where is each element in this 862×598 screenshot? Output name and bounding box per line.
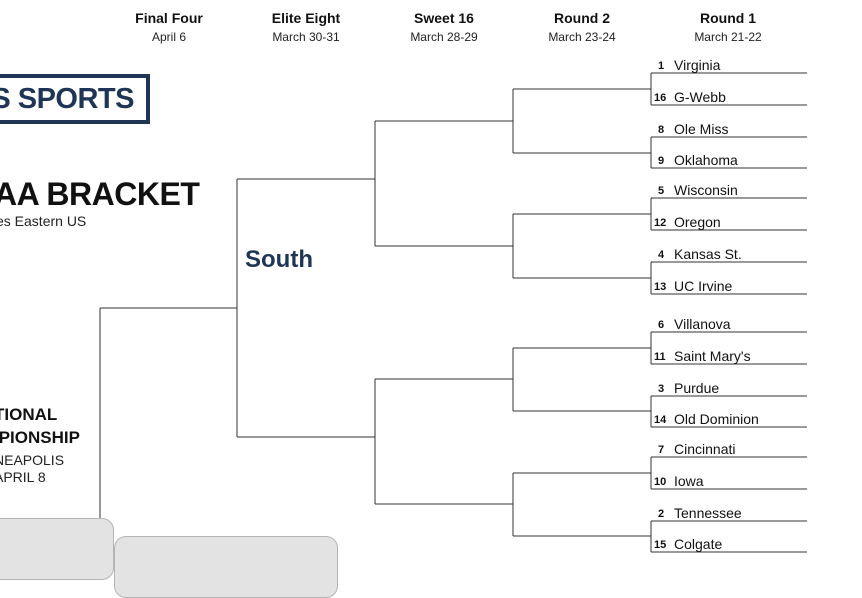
team-seed: 6 xyxy=(658,319,665,331)
team-name: Oklahoma xyxy=(674,152,738,168)
team-seed: 13 xyxy=(654,281,667,293)
team-name: Kansas St. xyxy=(674,246,742,262)
team-slot[interactable]: 2 Tennessee xyxy=(651,502,742,522)
team-slot[interactable]: 3 Purdue xyxy=(651,377,719,397)
team-name: Virginia xyxy=(674,57,721,73)
team-seed: 10 xyxy=(654,476,667,488)
team-name: Villanova xyxy=(674,316,731,332)
team-slot[interactable]: 4 Kansas St. xyxy=(651,243,742,263)
team-seed: 2 xyxy=(658,508,665,520)
team-slot[interactable]: 12 Oregon xyxy=(651,211,721,231)
team-name: Old Dominion xyxy=(674,411,759,427)
team-name: Iowa xyxy=(674,473,704,489)
team-seed: 3 xyxy=(658,383,665,395)
team-seed: 14 xyxy=(654,414,667,426)
team-slot[interactable]: 7 Cincinnati xyxy=(651,438,735,458)
team-seed: 15 xyxy=(654,539,667,551)
team-slot[interactable]: 14 Old Dominion xyxy=(651,408,759,428)
team-slot[interactable]: 10 Iowa xyxy=(651,470,704,490)
team-slot[interactable]: 13 UC Irvine xyxy=(651,275,732,295)
team-name: Purdue xyxy=(674,380,720,396)
team-seed: 12 xyxy=(654,217,667,229)
team-seed: 1 xyxy=(658,60,665,72)
team-name: Colgate xyxy=(674,536,723,552)
team-slot[interactable]: 15 Colgate xyxy=(651,533,722,553)
bracket-lines xyxy=(99,72,807,557)
team-seed: 4 xyxy=(658,249,665,261)
team-slot[interactable]: 8 Ole Miss xyxy=(651,118,728,138)
team-name: Saint Mary's xyxy=(674,348,751,364)
team-name: Cincinnati xyxy=(674,441,736,457)
team-slot[interactable]: 1 Virginia xyxy=(651,54,720,74)
team-seed: 11 xyxy=(654,351,666,363)
team-seed: 16 xyxy=(654,92,667,104)
team-slot[interactable]: 11 Saint Mary's xyxy=(651,345,751,365)
bottom-panel-right[interactable] xyxy=(114,536,338,598)
team-slot[interactable]: 6 Villanova xyxy=(651,313,731,333)
team-name: Ole Miss xyxy=(674,121,729,137)
bottom-panel-left[interactable] xyxy=(0,518,114,580)
team-name: Oregon xyxy=(674,214,721,230)
team-name: Tennessee xyxy=(674,505,742,521)
team-seed: 8 xyxy=(658,124,665,136)
team-name: G-Webb xyxy=(674,89,726,105)
team-seed: 5 xyxy=(658,185,665,197)
team-slot[interactable]: 16 G-Webb xyxy=(651,86,726,106)
team-slot[interactable]: 9 Oklahoma xyxy=(651,149,738,169)
team-slot[interactable]: 5 Wisconsin xyxy=(651,179,738,199)
team-name: Wisconsin xyxy=(674,182,738,198)
team-name: UC Irvine xyxy=(674,278,733,294)
team-seed: 9 xyxy=(658,155,665,167)
team-seed: 7 xyxy=(658,444,665,456)
